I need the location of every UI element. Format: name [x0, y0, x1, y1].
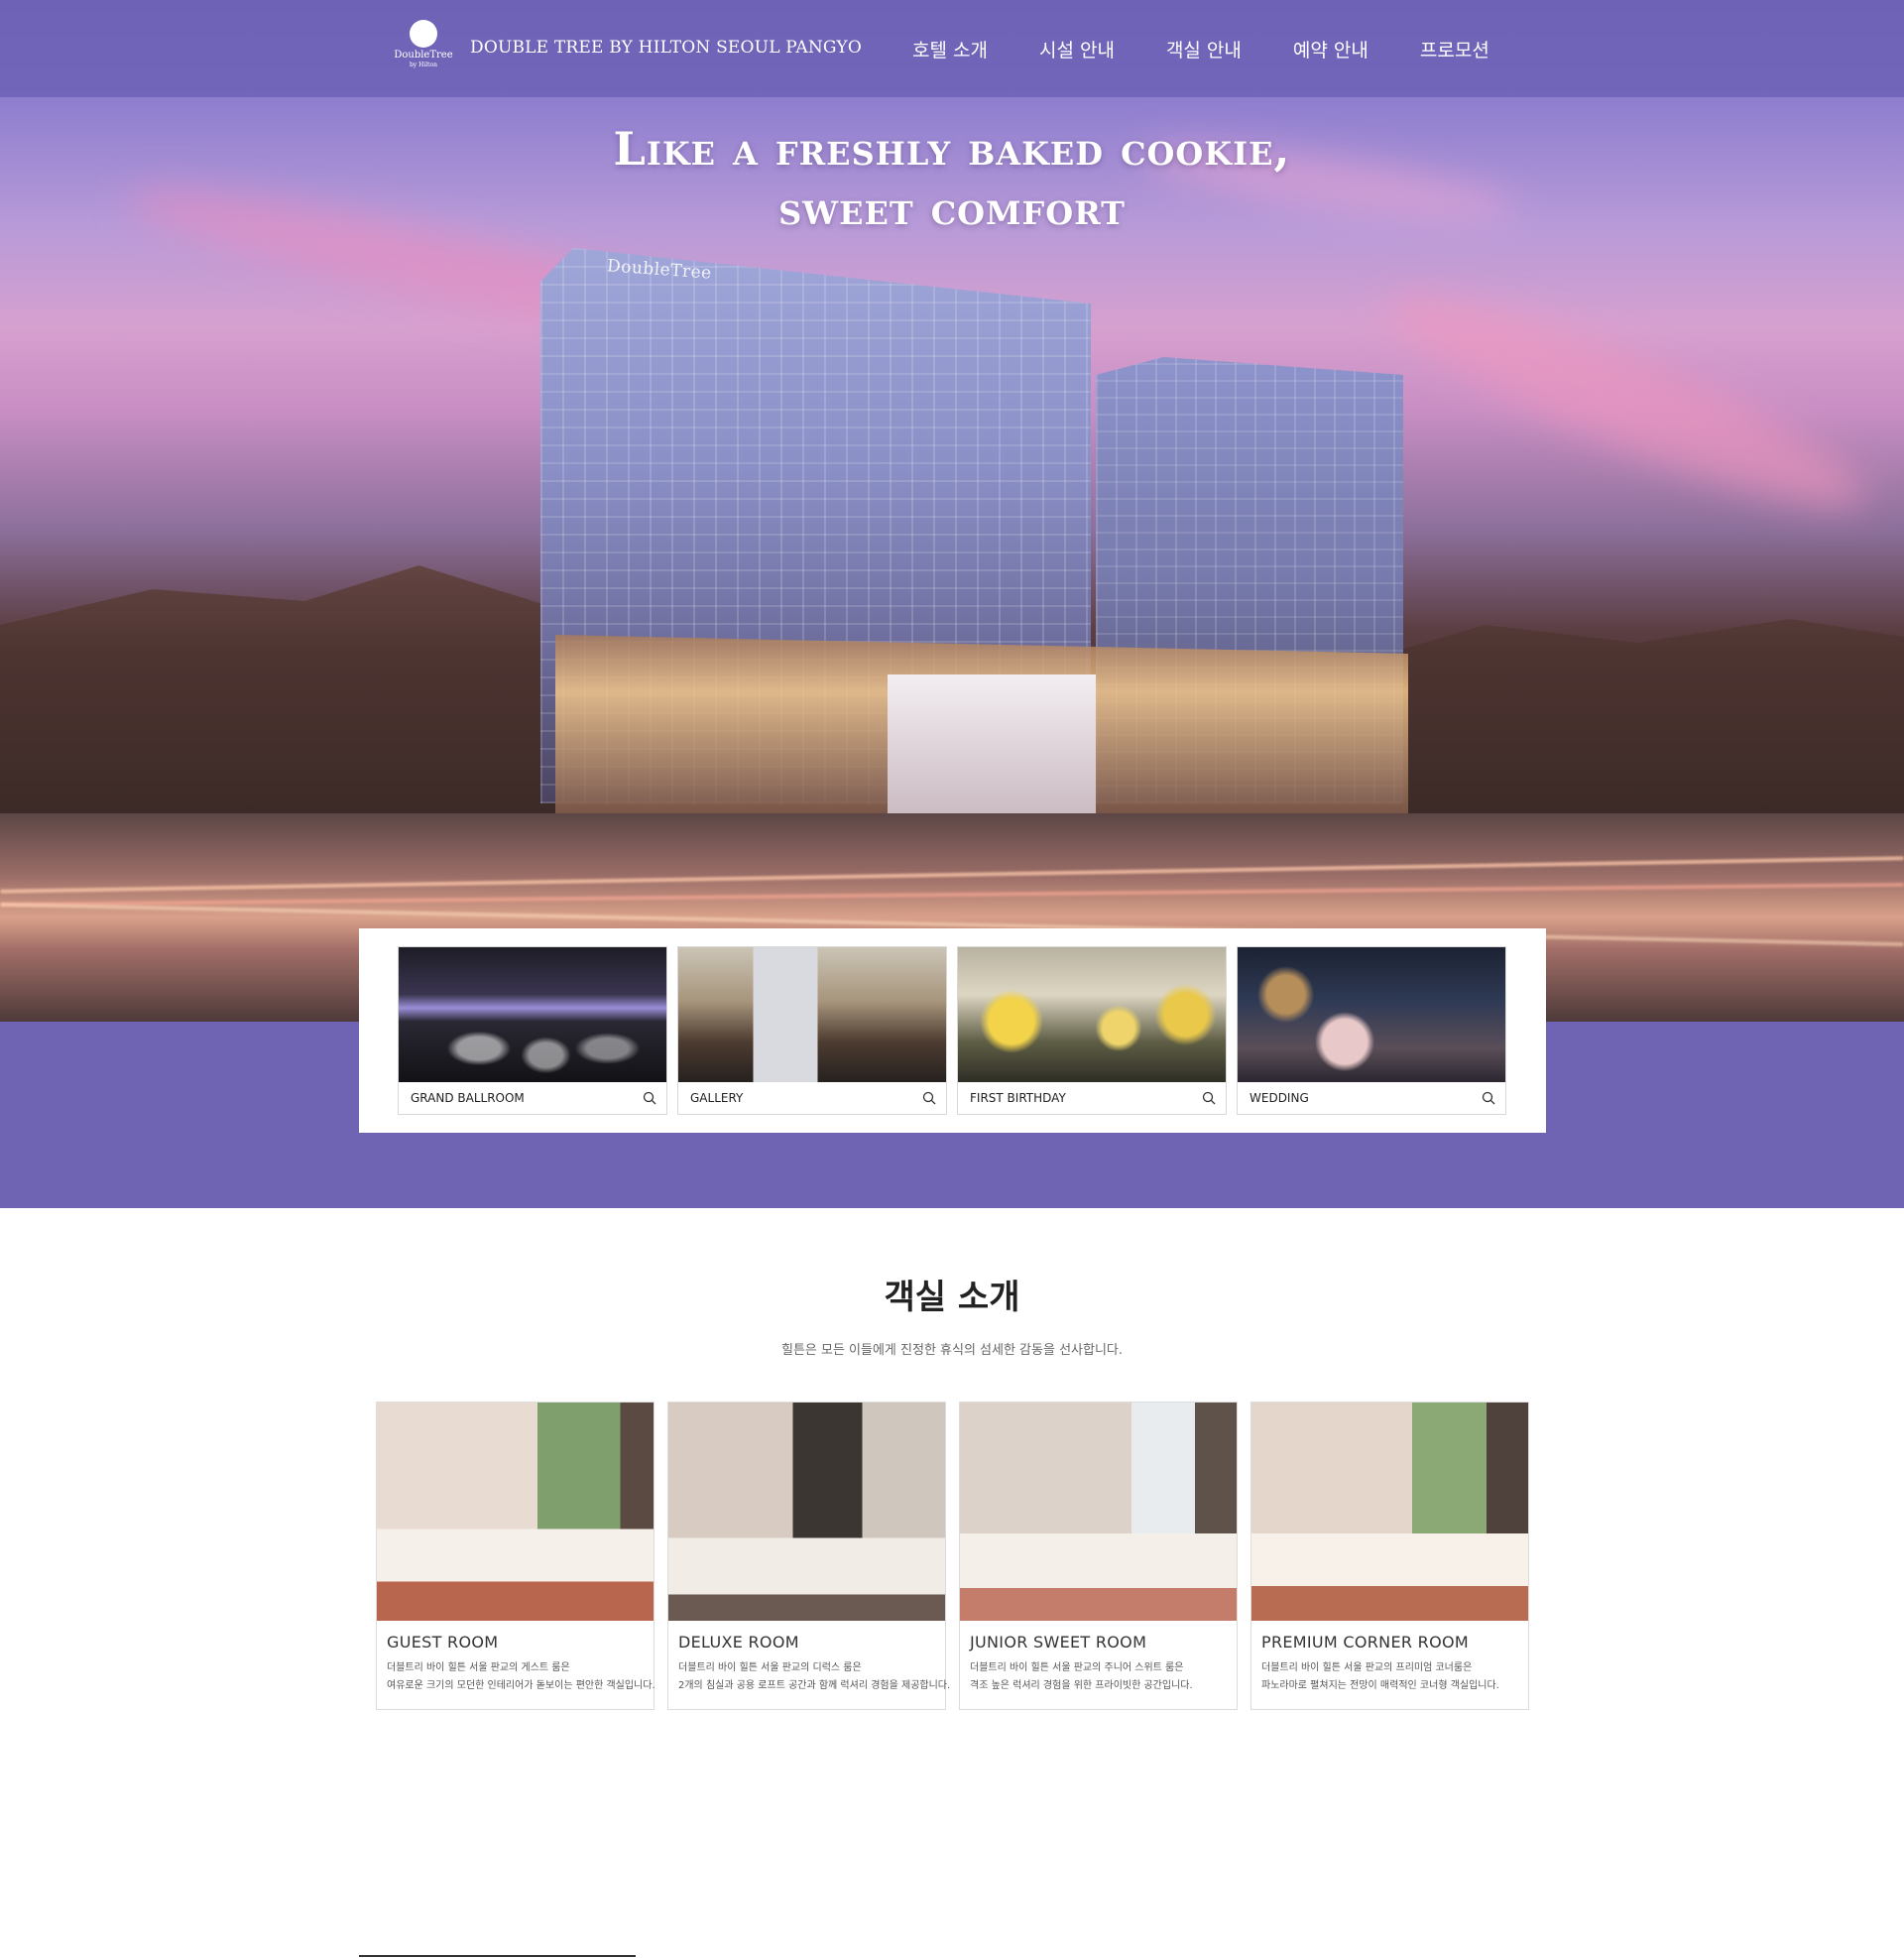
room-name: JUNIOR SWEET ROOM — [970, 1633, 1147, 1652]
room-name: GUEST ROOM — [387, 1633, 499, 1652]
feature-label: WEDDING — [1250, 1091, 1309, 1105]
search-icon[interactable] — [643, 1091, 656, 1105]
premium-corner-room-image — [1251, 1403, 1528, 1621]
room-description: 더블트리 바이 힐튼 서울 판교의 디럭스 룸은 2개의 침실과 공용 로프트 … — [668, 1652, 951, 1695]
wedding-image — [1238, 947, 1505, 1082]
room-name: PREMIUM CORNER ROOM — [1261, 1633, 1469, 1652]
feature-card-grand-ballroom[interactable]: GRAND BALLROOM — [398, 946, 667, 1115]
guest-room-image — [377, 1403, 654, 1621]
feature-card-wedding[interactable]: WEDDING — [1237, 946, 1506, 1115]
gallery-image — [678, 947, 946, 1082]
room-desc-line1: 더블트리 바이 힐튼 서울 판교의 주니어 스위트 룸은 — [970, 1662, 1184, 1673]
doubletree-logo[interactable]: DoubleTree by Hilton — [387, 20, 460, 75]
feature-caption: GALLERY — [678, 1082, 946, 1114]
feature-label: GALLERY — [690, 1091, 744, 1105]
room-desc-line1: 더블트리 바이 힐튼 서울 판교의 프리미엄 코너룸은 — [1261, 1662, 1473, 1673]
nav-reservation[interactable]: 예약 안내 — [1293, 36, 1368, 62]
feature-panel: GRAND BALLROOM GALLERY FIRST BIRTHDAY WE… — [359, 928, 1546, 1133]
sky-cloud — [1370, 263, 1882, 541]
feature-card-gallery[interactable]: GALLERY — [677, 946, 947, 1115]
search-icon[interactable] — [1202, 1091, 1216, 1105]
first-birthday-image — [958, 947, 1226, 1082]
room-desc-line2: 2개의 침실과 공용 로프트 공간과 함께 럭셔리 경험을 제공합니다. — [678, 1680, 951, 1691]
junior-sweet-room-image — [960, 1403, 1237, 1621]
brand-title[interactable]: DOUBLE TREE BY HILTON SEOUL PANGYO — [470, 38, 862, 58]
main-nav: 호텔 소개 시설 안내 객실 안내 예약 안내 프로모션 — [912, 36, 1489, 62]
feature-caption: FIRST BIRTHDAY — [958, 1082, 1226, 1114]
grand-ballroom-image — [399, 947, 666, 1082]
site-header: DoubleTree by Hilton DOUBLE TREE BY HILT… — [0, 0, 1904, 97]
room-list: GUEST ROOM 더블트리 바이 힐튼 서울 판교의 게스트 룸은 여유로운… — [376, 1402, 1529, 1710]
nav-rooms[interactable]: 객실 안내 — [1166, 36, 1242, 62]
logo-text: DoubleTree — [394, 50, 453, 61]
room-desc-line2: 파노라마로 펼쳐지는 전망이 매력적인 코너형 객실입니다. — [1261, 1680, 1499, 1691]
feature-caption: GRAND BALLROOM — [399, 1082, 666, 1114]
rooms-section-title: 객실 소개 — [884, 1278, 1020, 1317]
feature-label: GRAND BALLROOM — [411, 1091, 525, 1105]
hero-section: DoubleTree Like a freshly baked cookie, … — [0, 0, 1904, 1022]
search-icon[interactable] — [922, 1091, 936, 1105]
room-description: 더블트리 바이 힐튼 서울 판교의 주니어 스위트 룸은 격조 높은 럭셔리 경… — [960, 1652, 1237, 1695]
room-name: DELUXE ROOM — [678, 1633, 799, 1652]
room-card-guest[interactable]: GUEST ROOM 더블트리 바이 힐튼 서울 판교의 게스트 룸은 여유로운… — [376, 1402, 655, 1710]
room-desc-line2: 여유로운 크기의 모던한 인테리어가 돋보이는 편안한 객실입니다. — [387, 1680, 655, 1691]
rooms-section-subtitle: 힐튼은 모든 이들에게 진정한 휴식의 섬세한 감동을 선사합니다. — [780, 1343, 1124, 1358]
search-icon[interactable] — [1482, 1091, 1495, 1105]
feature-label: FIRST BIRTHDAY — [970, 1091, 1066, 1105]
nav-hotel-intro[interactable]: 호텔 소개 — [912, 36, 988, 62]
footer-divider — [359, 1955, 636, 1957]
room-description: 더블트리 바이 힐튼 서울 판교의 게스트 룸은 여유로운 크기의 모던한 인테… — [377, 1652, 655, 1695]
logo-emblem-icon — [410, 20, 437, 48]
logo-sub: by Hilton — [409, 61, 438, 68]
feature-caption: WEDDING — [1238, 1082, 1505, 1114]
feature-card-first-birthday[interactable]: FIRST BIRTHDAY — [957, 946, 1227, 1115]
hero-title-line2: sweet comfort — [778, 182, 1126, 235]
room-desc-line1: 더블트리 바이 힐튼 서울 판교의 게스트 룸은 — [387, 1662, 570, 1673]
room-card-junior-sweet[interactable]: JUNIOR SWEET ROOM 더블트리 바이 힐튼 서울 판교의 주니어 … — [959, 1402, 1238, 1710]
hero-title: Like a freshly baked cookie, sweet comfo… — [555, 119, 1349, 238]
nav-facilities[interactable]: 시설 안내 — [1039, 36, 1115, 62]
hotel-podium-block — [888, 674, 1096, 823]
room-desc-line2: 격조 높은 럭셔리 경험을 위한 프라이빗한 공간입니다. — [970, 1680, 1193, 1691]
room-description: 더블트리 바이 힐튼 서울 판교의 프리미엄 코너룸은 파노라마로 펼쳐지는 전… — [1251, 1652, 1528, 1695]
deluxe-room-image — [668, 1403, 945, 1621]
room-card-deluxe[interactable]: DELUXE ROOM 더블트리 바이 힐튼 서울 판교의 디럭스 룸은 2개의… — [667, 1402, 951, 1710]
hero-title-line1: Like a freshly baked cookie, — [613, 122, 1291, 176]
room-desc-line1: 더블트리 바이 힐튼 서울 판교의 디럭스 룸은 — [678, 1662, 862, 1673]
nav-promotion[interactable]: 프로모션 — [1420, 36, 1489, 62]
room-card-premium-corner[interactable]: PREMIUM CORNER ROOM 더블트리 바이 힐튼 서울 판교의 프리… — [1250, 1402, 1529, 1710]
